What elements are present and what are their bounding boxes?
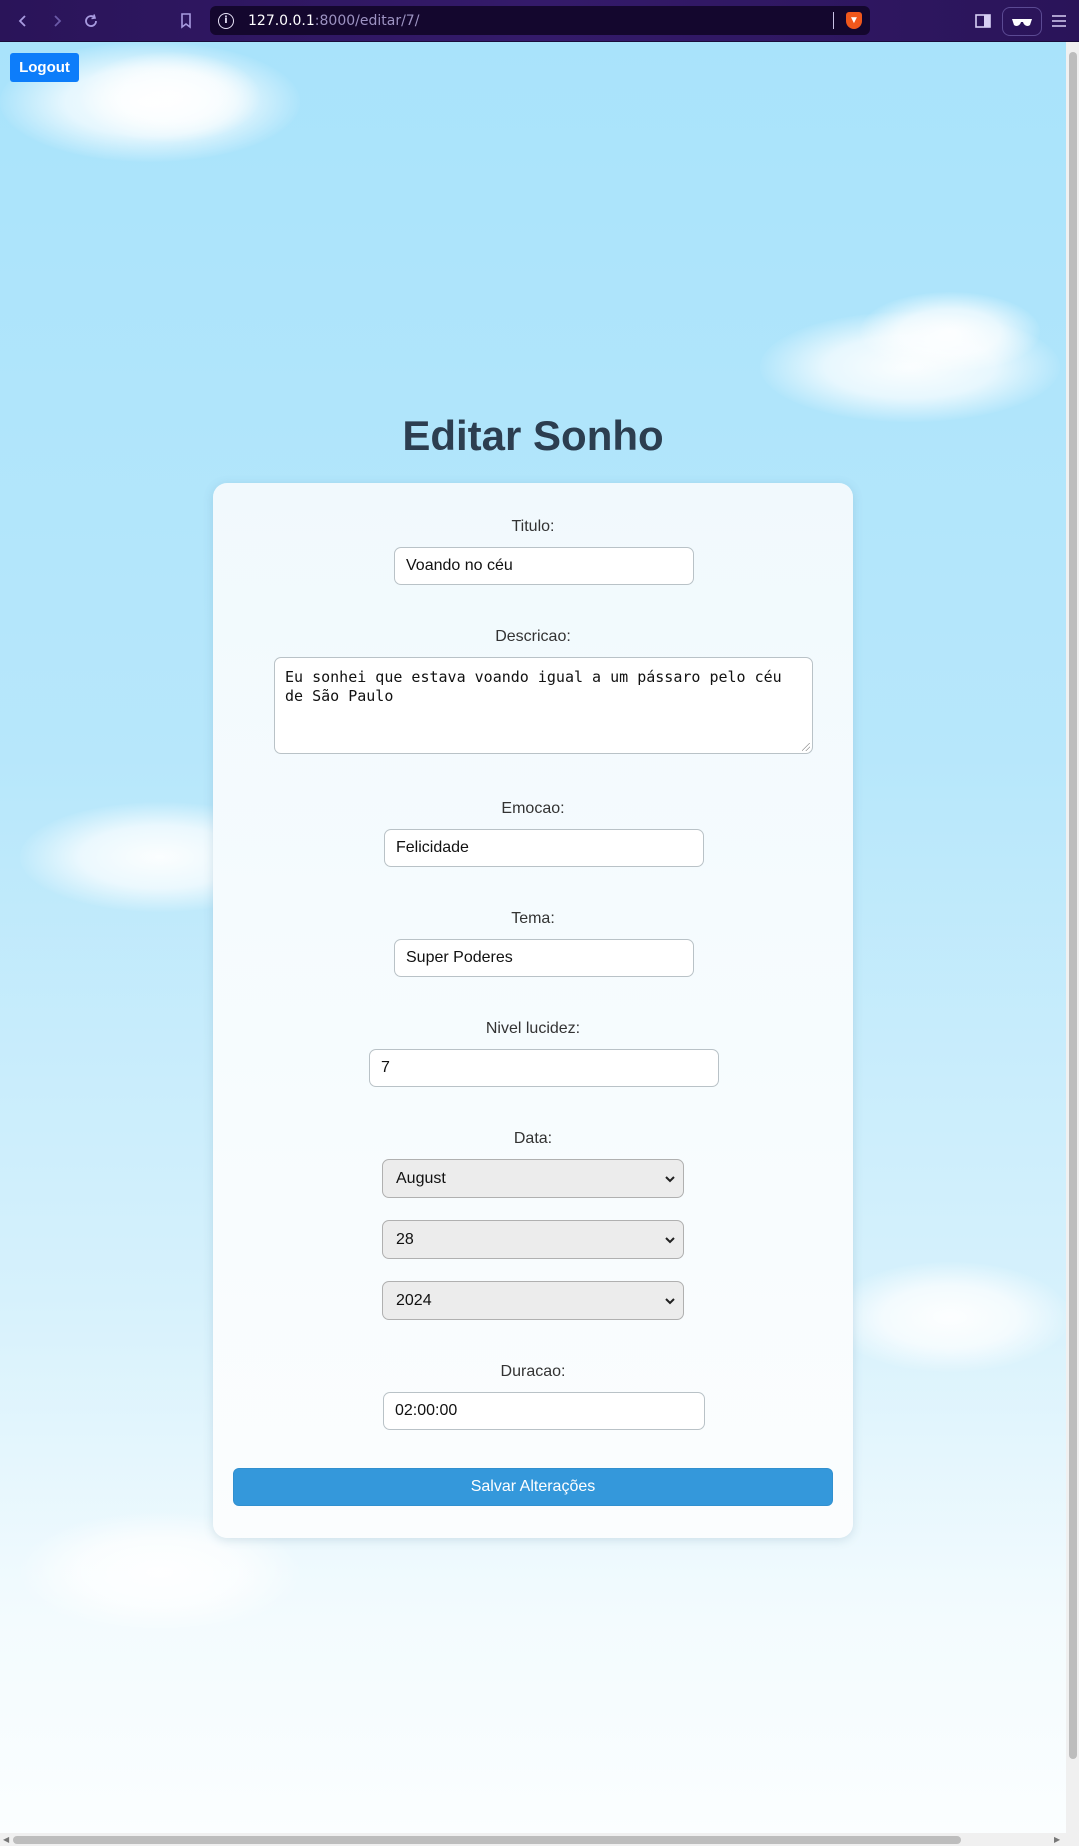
nivel-lucidez-input[interactable]: 7 <box>369 1049 719 1087</box>
nivel-lucidez-label: Nivel lucidez: <box>485 1020 581 1037</box>
emocao-label: Emocao: <box>501 800 565 817</box>
page-title: Editar Sonho <box>402 412 664 459</box>
bookmark-icon[interactable] <box>173 8 199 34</box>
url-text: 127.0.0.1:8000/editar/7/ <box>248 12 420 29</box>
forward-icon[interactable] <box>44 8 70 34</box>
save-changes-button[interactable]: Salvar Alterações <box>233 1468 833 1506</box>
scrollbar-corner <box>1066 1833 1079 1846</box>
tema-label: Tema: <box>511 910 555 927</box>
horizontal-scrollbar[interactable]: ◀ ▶ <box>0 1833 1066 1846</box>
back-icon[interactable] <box>10 8 36 34</box>
month-value: August <box>396 1169 446 1187</box>
year-value: 2024 <box>396 1291 432 1309</box>
edit-dream-form: Titulo: Voando no céu Descricao: Eu sonh… <box>213 483 853 1538</box>
descricao-textarea[interactable]: Eu sonhei que estava voando igual a um p… <box>274 657 813 754</box>
chevron-down-icon <box>665 1237 675 1244</box>
reload-icon[interactable] <box>78 8 104 34</box>
resize-handle[interactable] <box>802 743 810 751</box>
month-select[interactable]: August <box>382 1159 684 1198</box>
descricao-text: Eu sonhei que estava voando igual a um p… <box>285 668 782 705</box>
vertical-scroll-thumb[interactable] <box>1069 52 1077 1759</box>
sidebar-toggle-icon[interactable] <box>974 7 992 34</box>
scroll-left-icon[interactable]: ◀ <box>3 1835 9 1844</box>
duracao-label: Duracao: <box>500 1363 566 1380</box>
day-select[interactable]: 28 <box>382 1220 684 1259</box>
titulo-input[interactable]: Voando no céu <box>394 547 694 585</box>
duracao-input[interactable]: 02:00:00 <box>383 1392 705 1430</box>
titulo-label: Titulo: <box>511 518 555 535</box>
site-info-icon[interactable]: i <box>218 12 234 29</box>
chevron-down-icon <box>665 1176 675 1183</box>
private-window-icon[interactable] <box>1002 7 1042 36</box>
chevron-down-icon <box>665 1298 675 1305</box>
tema-input[interactable]: Super Poderes <box>394 939 694 977</box>
scroll-right-icon[interactable]: ▶ <box>1054 1835 1060 1844</box>
cloud <box>80 52 260 142</box>
logout-button[interactable]: Logout <box>10 53 79 82</box>
cloud <box>830 1262 1066 1372</box>
address-bar[interactable]: i 127.0.0.1:8000/editar/7/ ▼ <box>210 6 870 35</box>
cloud <box>860 292 1040 372</box>
day-value: 28 <box>396 1230 414 1248</box>
emocao-input[interactable]: Felicidade <box>384 829 704 867</box>
data-label: Data: <box>513 1130 553 1147</box>
browser-toolbar: i 127.0.0.1:8000/editar/7/ ▼ <box>0 0 1079 42</box>
brave-shield-icon[interactable]: ▼ <box>846 12 862 29</box>
horizontal-scroll-thumb[interactable] <box>13 1836 961 1844</box>
menu-icon[interactable] <box>1050 7 1068 34</box>
descricao-label: Descricao: <box>495 628 571 645</box>
year-select[interactable]: 2024 <box>382 1281 684 1320</box>
url-separator <box>833 12 834 29</box>
vertical-scrollbar[interactable] <box>1066 42 1079 1833</box>
